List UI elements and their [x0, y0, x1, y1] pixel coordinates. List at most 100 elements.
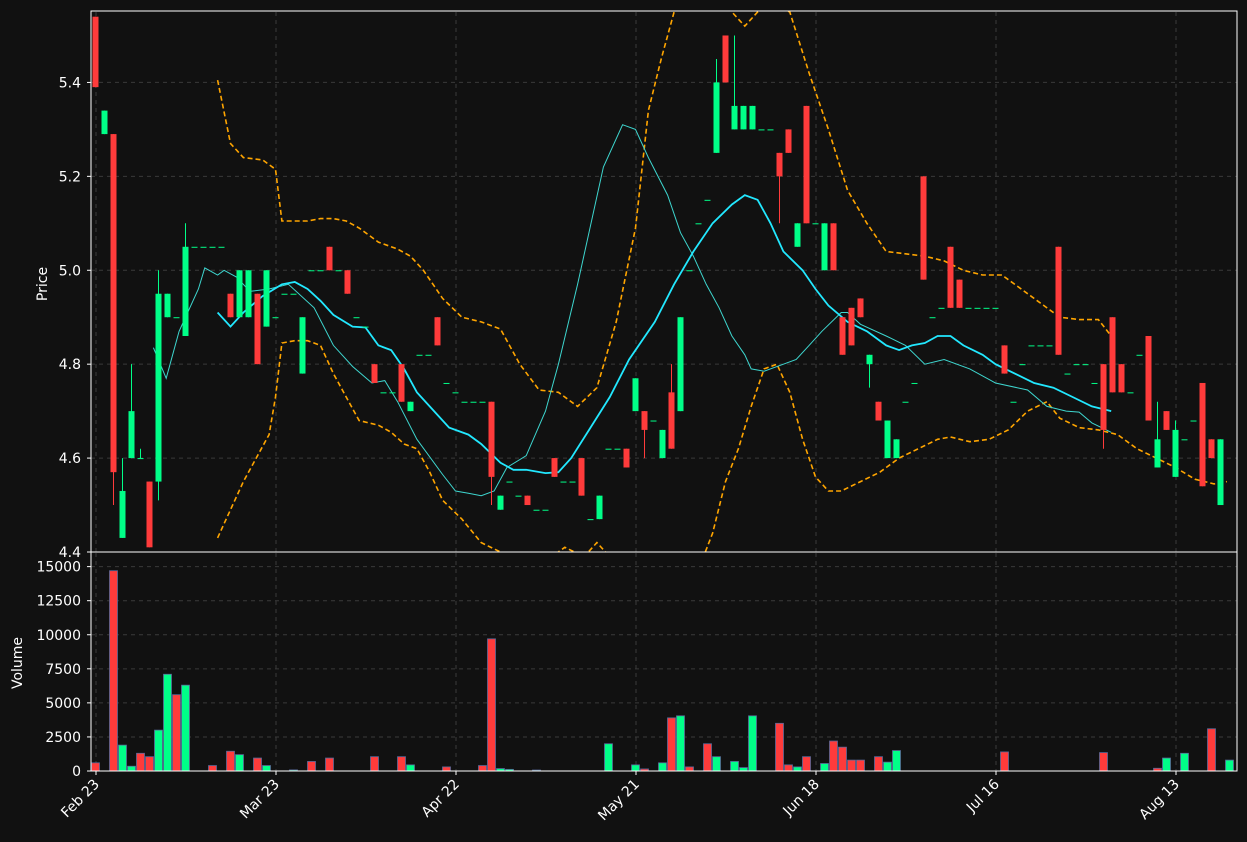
candle-body — [200, 246, 207, 248]
candle-body — [353, 317, 360, 319]
candle-body — [1010, 401, 1017, 403]
volume-tick-label: 7500 — [45, 662, 81, 678]
candle-body — [911, 382, 918, 384]
candle-body — [308, 270, 315, 272]
candle-body — [1046, 345, 1053, 347]
price-tick-label: 4.8 — [59, 357, 81, 373]
candle-body — [713, 82, 720, 153]
candle-body — [1064, 373, 1071, 375]
candle-body — [191, 246, 198, 248]
candle-body — [128, 411, 135, 459]
candle-body — [362, 326, 369, 328]
volume-bar — [181, 684, 190, 771]
candle-body — [137, 458, 144, 460]
candle-body — [245, 270, 252, 318]
candle-body — [812, 223, 819, 225]
candle-body — [668, 392, 675, 449]
volume-bar — [370, 756, 379, 771]
candle-body — [533, 509, 540, 511]
volume-bar — [856, 759, 865, 771]
candle-body — [578, 458, 585, 496]
candle-body — [686, 270, 693, 272]
candle-body — [317, 270, 324, 272]
candle-body — [389, 392, 396, 394]
volume-bar — [748, 715, 757, 771]
candle-body — [461, 401, 468, 403]
candle-body — [839, 317, 846, 355]
volume-bar — [1225, 759, 1234, 771]
candle-body — [1154, 439, 1161, 468]
candle-body — [785, 129, 792, 153]
candle-body — [614, 448, 621, 450]
candle-body — [848, 307, 855, 346]
volume-bar — [487, 638, 496, 771]
price-axis-label: Price — [35, 267, 51, 301]
volume-bar — [154, 729, 163, 771]
candle-body — [443, 382, 450, 384]
volume-bar — [883, 761, 892, 771]
volume-bar — [226, 750, 235, 771]
candle-body — [524, 495, 531, 506]
candle-body — [263, 270, 270, 327]
volume-axis-label: Volume — [10, 637, 26, 689]
candle-body — [425, 354, 432, 356]
volume-bar — [793, 766, 802, 771]
candle-body — [227, 293, 234, 318]
candle-body — [641, 411, 648, 430]
candle-body — [452, 392, 459, 394]
candle-body — [551, 458, 558, 477]
volume-bar — [118, 744, 127, 771]
candle-body — [920, 176, 927, 280]
volume-bar — [442, 766, 451, 771]
candle-body — [731, 105, 738, 130]
candle-body — [155, 293, 162, 482]
volume-bar — [829, 740, 838, 771]
candle-body — [407, 401, 414, 412]
volume-bar — [892, 750, 901, 771]
candle-body — [929, 317, 936, 319]
volume-bar — [685, 766, 694, 771]
candle-body — [164, 293, 171, 318]
volume-bar — [739, 767, 748, 771]
volume-bar — [163, 673, 172, 771]
price-tick-label: 5.4 — [59, 75, 81, 91]
candle-body — [236, 270, 243, 318]
volume-bar — [478, 765, 487, 771]
candle-body — [974, 307, 981, 309]
candle-body — [830, 223, 837, 271]
candle-body — [416, 354, 423, 356]
candle-body — [938, 307, 945, 309]
volume-bar — [775, 722, 784, 771]
candle-body — [749, 105, 756, 130]
candle-body — [893, 439, 900, 459]
candle-body — [1199, 382, 1206, 487]
price-tick-label: 5.2 — [59, 169, 81, 185]
candle-body — [335, 270, 342, 272]
candle-body — [587, 519, 594, 521]
candle-body — [1136, 354, 1143, 356]
candle-body — [1073, 364, 1080, 366]
volume-tick-label: 12500 — [36, 594, 81, 610]
volume-bar — [1000, 751, 1009, 771]
candle-body — [632, 378, 639, 412]
candle-body — [1181, 439, 1188, 441]
candle-body — [1019, 364, 1026, 366]
volume-tick-label: 2500 — [45, 730, 81, 746]
candle-body — [659, 429, 666, 459]
candle-body — [857, 298, 864, 318]
volume-bar — [1162, 757, 1171, 771]
candle-body — [1118, 364, 1125, 393]
candle-body — [1190, 420, 1197, 422]
candle-body — [596, 495, 603, 520]
volume-tick-label: 10000 — [36, 628, 81, 644]
volume-bar — [658, 762, 667, 771]
candle-body — [1145, 336, 1152, 421]
candle-body — [470, 401, 477, 403]
volume-bar — [235, 754, 244, 771]
candle-body — [182, 246, 189, 336]
candle-body — [515, 495, 522, 497]
candle-body — [110, 134, 117, 473]
candle-body — [992, 307, 999, 309]
candle-body — [803, 105, 810, 224]
candle-body — [1037, 345, 1044, 347]
